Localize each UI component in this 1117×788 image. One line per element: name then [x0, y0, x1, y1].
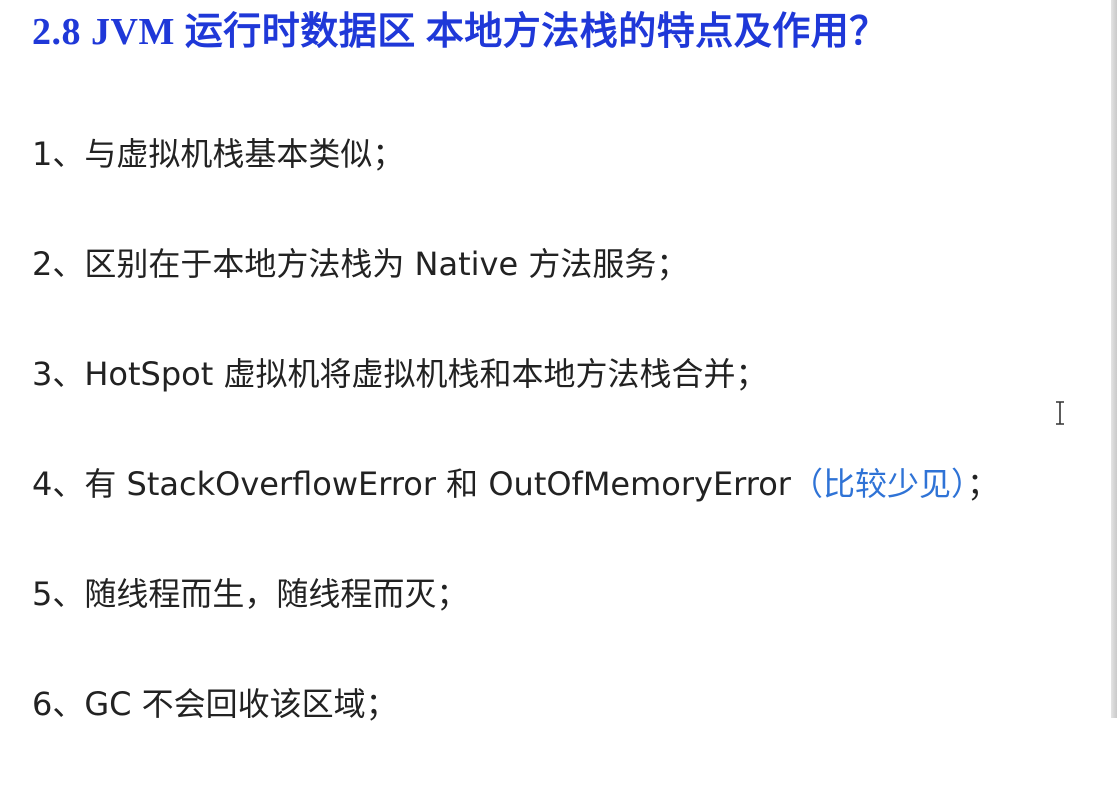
page-edge-shadow — [1111, 0, 1117, 718]
list-item: 3、HotSpot 虚拟机将虚拟机栈和本地方法栈合并； — [32, 348, 999, 458]
list-item-note: （比较少见） — [790, 465, 967, 503]
list-item: 4、有 StackOverflowError 和 OutOfMemoryErro… — [32, 458, 999, 568]
list-item: 5、随线程而生，随线程而灭； — [32, 568, 999, 678]
list-item-text: 1、与虚拟机栈基本类似； — [32, 135, 405, 173]
list-item-text: 4、有 StackOverflowError 和 OutOfMemoryErro… — [32, 465, 791, 503]
list-item-text: 3、HotSpot 虚拟机将虚拟机栈和本地方法栈合并； — [32, 355, 768, 393]
feature-list: 1、与虚拟机栈基本类似； 2、区别在于本地方法栈为 Native 方法服务； 3… — [32, 128, 999, 788]
slide-title: 2.8 JVM 运行时数据区 本地方法栈的特点及作用？ — [32, 11, 888, 53]
text-cursor-icon — [1056, 401, 1064, 425]
list-item-text: 5、随线程而生，随线程而灭； — [32, 575, 469, 613]
list-item: 6、GC 不会回收该区域； — [32, 678, 999, 788]
list-item-text: 2、区别在于本地方法栈为 Native 方法服务； — [32, 245, 689, 283]
list-item: 2、区别在于本地方法栈为 Native 方法服务； — [32, 238, 999, 348]
list-item-tail: ； — [966, 465, 999, 503]
list-item-text: 6、GC 不会回收该区域； — [32, 685, 398, 723]
list-item: 1、与虚拟机栈基本类似； — [32, 128, 999, 238]
